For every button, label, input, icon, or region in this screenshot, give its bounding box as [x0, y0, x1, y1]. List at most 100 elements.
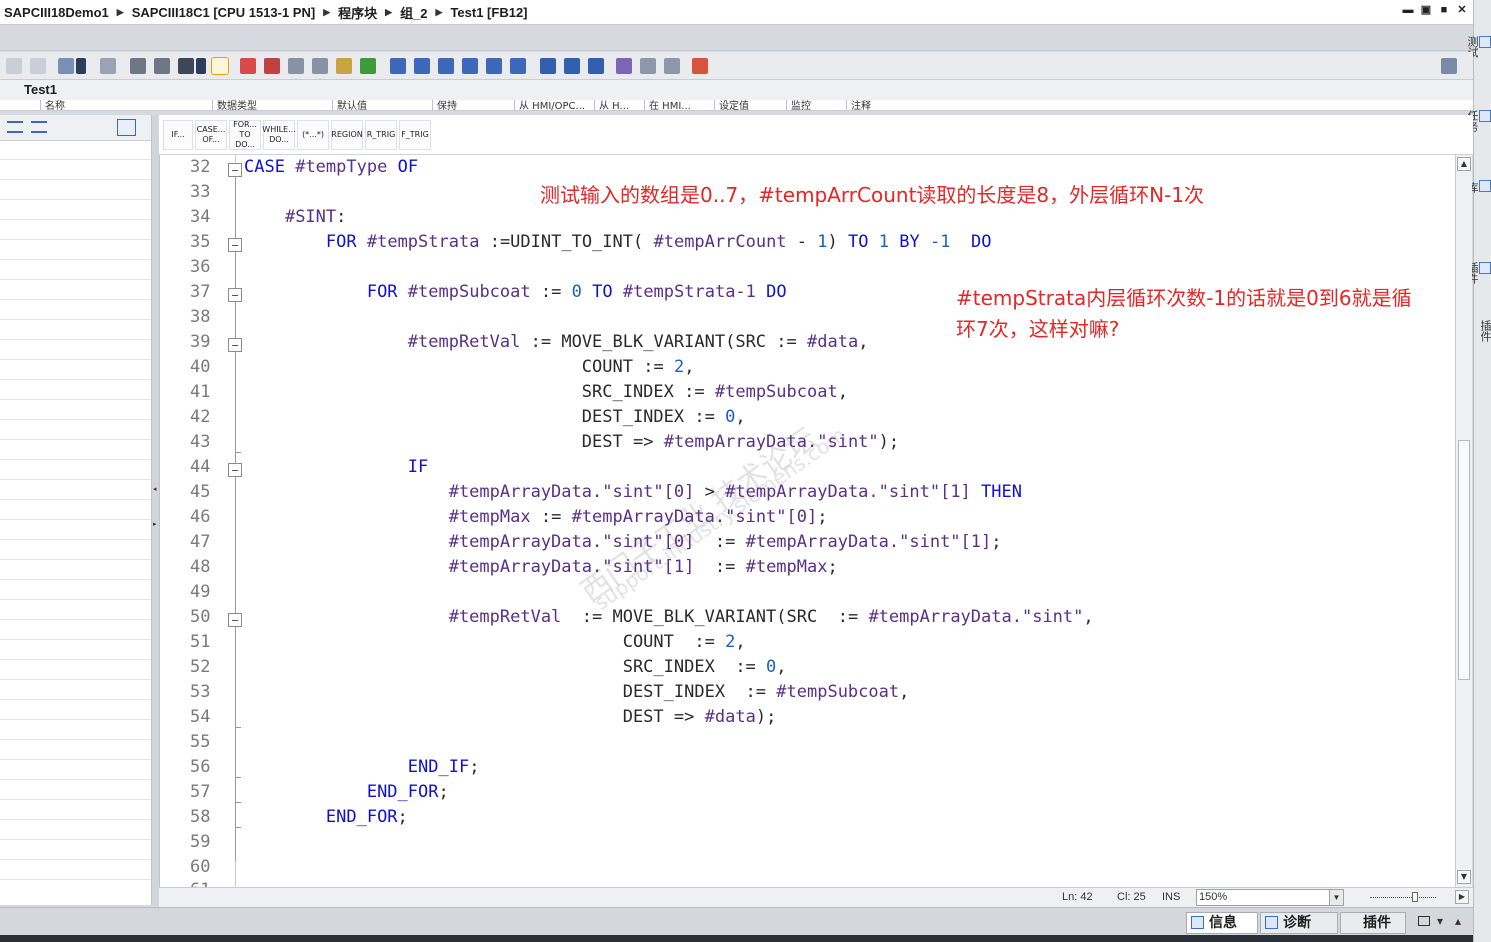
tab-info[interactable]: 信息: [1186, 912, 1258, 934]
open-all-icon[interactable]: [100, 58, 116, 74]
call-hierarchy-icon[interactable]: [486, 58, 502, 74]
scroll-down-icon[interactable]: ▼: [1457, 870, 1471, 884]
zoom-slider-handle[interactable]: [1412, 892, 1418, 902]
instr-region[interactable]: REGION: [331, 120, 363, 150]
scl-code-editor[interactable]: 32 33 34 35 36 37 38 39 40 41 42 43 44 4…: [159, 155, 1455, 887]
scrollbar-thumb[interactable]: [1458, 440, 1470, 680]
indent-icon[interactable]: [154, 58, 170, 74]
code-line-37: FOR #tempSubcoat := 0 TO #tempStrata-1 D…: [244, 282, 787, 302]
delete-bookmark-icon[interactable]: [264, 58, 280, 74]
insert-row-icon[interactable]: [58, 58, 74, 74]
col-hmi-opc[interactable]: 从 HMI/OPC...: [514, 100, 594, 110]
block-tab-title[interactable]: Test1: [24, 82, 57, 97]
layout-icon[interactable]: [1441, 58, 1457, 74]
parameter: SRC_INDEX: [622, 657, 715, 677]
col-hmi-access[interactable]: 从 H...: [594, 100, 644, 110]
chevron-down-icon[interactable]: ▼: [1329, 890, 1343, 905]
fold-toggle-icon[interactable]: [228, 613, 242, 627]
toggle-panel-icon[interactable]: [117, 119, 136, 136]
panel-splitter[interactable]: ◂ ▸: [152, 115, 159, 905]
add-row-icon[interactable]: [76, 58, 86, 74]
prev-network-icon[interactable]: [390, 58, 406, 74]
expand-panel-icon[interactable]: ▴: [1455, 914, 1461, 928]
restore-panel-icon[interactable]: [1418, 916, 1430, 926]
minimize-icon[interactable]: ▬: [1401, 3, 1415, 17]
scroll-up-icon[interactable]: ▲: [1457, 157, 1471, 171]
collapse-panel-icon[interactable]: ▾: [1437, 914, 1443, 928]
breadcrumb-group[interactable]: 组_2: [400, 3, 427, 22]
fold-toggle-icon[interactable]: [228, 163, 242, 177]
modify-icon[interactable]: [588, 58, 604, 74]
col-hmi-visible[interactable]: 在 HMI...: [644, 100, 714, 110]
variable: #data: [704, 707, 756, 727]
instr-f-trig[interactable]: F_TRIG: [399, 120, 431, 150]
side-tab-addins[interactable]: 插件: [1466, 262, 1491, 284]
fold-toggle-icon[interactable]: [228, 338, 242, 352]
fold-toggle-icon[interactable]: [228, 463, 242, 477]
breadcrumb-block[interactable]: Test1 [FB12]: [450, 5, 527, 20]
side-tab-tasks[interactable]: 任务: [1466, 110, 1491, 132]
uncomment-icon[interactable]: [196, 58, 206, 74]
download-icon[interactable]: [692, 58, 708, 74]
monitor-icon[interactable]: [540, 58, 556, 74]
instr-comment[interactable]: (*...*): [297, 120, 329, 150]
breadcrumb-cpu[interactable]: SAPCIII18C1 [CPU 1513-1 PN]: [132, 5, 316, 20]
side-tab-libraries[interactable]: 库: [1466, 180, 1491, 195]
go-to-icon[interactable]: [360, 58, 376, 74]
col-retain[interactable]: 保持: [432, 100, 514, 110]
col-default[interactable]: 默认值: [332, 100, 432, 110]
breakpoint-icon[interactable]: [616, 58, 632, 74]
col-monitor[interactable]: 监控: [786, 100, 846, 110]
instr-while[interactable]: WHILE... DO...: [262, 120, 296, 150]
left-panel-header: [0, 115, 151, 141]
fold-toggle-icon[interactable]: [228, 288, 242, 302]
instr-case[interactable]: CASE... OF...: [195, 120, 227, 150]
monitor-all-icon[interactable]: [564, 58, 580, 74]
editor-vertical-scrollbar[interactable]: ▲ ▼: [1455, 155, 1472, 887]
restore-icon[interactable]: ▣: [1419, 3, 1433, 17]
collapse-tree-icon[interactable]: [31, 121, 47, 133]
prev-bookmark-icon[interactable]: [288, 58, 304, 74]
tab-plugins[interactable]: 插件: [1340, 912, 1406, 934]
side-tab-testing[interactable]: 测试: [1466, 36, 1491, 58]
comment-icon[interactable]: [178, 58, 194, 74]
scroll-right-icon[interactable]: ▶: [1455, 890, 1469, 904]
instr-if[interactable]: IF...: [163, 120, 193, 150]
breadcrumb-program-blocks[interactable]: 程序块: [338, 3, 377, 22]
absolute-operands-icon[interactable]: [211, 57, 229, 75]
side-tab-plugins[interactable]: 插件: [1475, 320, 1491, 342]
step-over-icon[interactable]: [664, 58, 680, 74]
col-comment[interactable]: 注释: [846, 100, 1076, 110]
collapse-left-icon[interactable]: ◂: [153, 485, 157, 493]
set-bookmark-icon[interactable]: [240, 58, 256, 74]
instr-for[interactable]: FOR... TO DO...: [229, 120, 261, 150]
align-icon[interactable]: [130, 58, 146, 74]
col-setpoint[interactable]: 设定值: [714, 100, 786, 110]
col-datatype[interactable]: 数据类型: [212, 100, 332, 110]
cross-reference-icon[interactable]: [510, 58, 526, 74]
expand-tree-icon[interactable]: [7, 121, 23, 133]
insert-network-icon[interactable]: [6, 58, 22, 74]
maximize-icon[interactable]: ■: [1437, 3, 1451, 17]
code-line-56: END_IF;: [244, 757, 480, 777]
delete-network-icon[interactable]: [30, 58, 46, 74]
zoom-slider[interactable]: [1370, 897, 1436, 899]
fold-toggle-icon[interactable]: [228, 238, 242, 252]
instr-r-trig[interactable]: R_TRIG: [365, 120, 397, 150]
col-name[interactable]: 名称: [40, 100, 212, 110]
number: 2: [725, 632, 736, 652]
list-icon[interactable]: [336, 58, 352, 74]
tab-diagnostics[interactable]: 诊断: [1260, 912, 1338, 934]
next-bookmark-icon[interactable]: [312, 58, 328, 74]
first-network-icon[interactable]: [438, 58, 454, 74]
breadcrumb-project[interactable]: SAPCIII18Demo1: [4, 5, 109, 20]
expand-right-icon[interactable]: ▸: [153, 520, 157, 528]
last-network-icon[interactable]: [462, 58, 478, 74]
line-number: 41: [190, 382, 211, 402]
close-icon[interactable]: ✕: [1455, 3, 1469, 17]
fold-guide: [235, 177, 236, 861]
zoom-select[interactable]: 150% ▼: [1196, 889, 1344, 906]
step-icon[interactable]: [640, 58, 656, 74]
operator: :=: [694, 632, 715, 652]
next-network-icon[interactable]: [414, 58, 430, 74]
